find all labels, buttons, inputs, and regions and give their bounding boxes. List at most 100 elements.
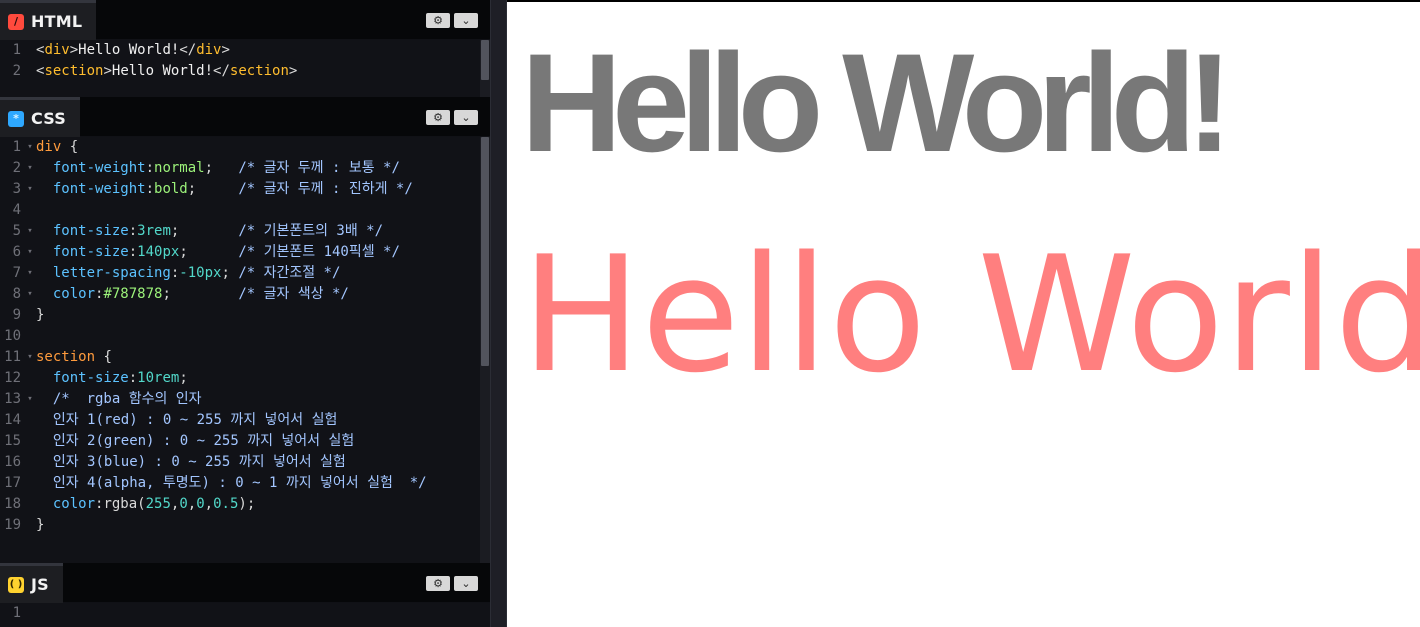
code-token: 인자 2(green) : 0 ~ 255 까지 넣어서 실험 [36, 433, 355, 449]
line-number: 14 [4, 412, 21, 428]
css-code-line[interactable]: 7 ▾ letter-spacing:-10px; /* 자간조절 */ [0, 263, 490, 284]
css-tab[interactable]: * CSS [0, 97, 80, 137]
gear-icon: ⚙ [433, 14, 443, 27]
css-scrollbar-track[interactable] [480, 137, 490, 563]
css-code-line[interactable]: 12 font-size:10rem; [0, 368, 490, 389]
preview-pane: Hello World! Hello World! [507, 0, 1420, 627]
css-code-line[interactable]: 19} [0, 515, 490, 536]
css-settings-button[interactable]: ⚙ [426, 110, 450, 125]
fold-arrow-icon[interactable]: ▾ [24, 242, 36, 263]
code-token: Hello World! [111, 63, 214, 79]
js-tab-title: JS [31, 575, 49, 594]
code-token: section [44, 63, 104, 79]
code-token: 10rem [137, 370, 180, 386]
css-code-line[interactable]: 17 인자 4(alpha, 투명도) : 0 ~ 1 까지 넣어서 실험 */ [0, 473, 490, 494]
code-token: /* 기본폰트 140픽셀 */ [238, 244, 400, 260]
css-code-line[interactable]: 3 ▾ font-weight:bold; /* 글자 두께 : 진하게 */ [0, 179, 490, 200]
code-token: color [36, 496, 96, 512]
css-code-line[interactable]: 13 ▾ /* rgba 함수의 인자 [0, 389, 490, 410]
js-settings-button[interactable]: ⚙ [426, 576, 450, 591]
code-token: > [69, 42, 79, 58]
css-code-line[interactable]: 18 color:rgba(255,0,0,0.5); [0, 494, 490, 515]
html-code-lines: 1 <div>Hello World!</div> 2 <section>Hello … [0, 40, 490, 82]
css-code-line[interactable]: 5 ▾ font-size:3rem; /* 기본폰트의 3배 */ [0, 221, 490, 242]
css-code-line[interactable]: 4 [0, 200, 490, 221]
code-token: ; [162, 286, 239, 302]
code-token: ; [221, 265, 239, 281]
line-number: 7 [12, 265, 21, 281]
css-code-editor[interactable]: 1 ▾ div {2 ▾ font-weight:normal; /* 글자 두께 :… [0, 137, 490, 563]
fold-arrow-icon[interactable]: ▾ [24, 137, 36, 158]
code-token: > [103, 63, 112, 79]
css-code-line[interactable]: 15 인자 2(green) : 0 ~ 255 까지 넣어서 실험 [0, 431, 490, 452]
css-code-line[interactable]: 14 인자 1(red) : 0 ~ 255 까지 넣어서 실험 [0, 410, 490, 431]
fold-arrow-icon[interactable]: ▾ [24, 347, 36, 368]
js-code-editor[interactable]: 1 [0, 603, 490, 627]
css-code-line[interactable]: 6 ▾ font-size:140px; /* 기본폰트 140픽셀 */ [0, 242, 490, 263]
code-text: color:#787878; /* 글자 색상 */ [36, 284, 490, 305]
fold-arrow-icon[interactable]: ▾ [24, 389, 36, 410]
css-code-line[interactable]: 10 [0, 326, 490, 347]
code-text: section { [36, 347, 490, 368]
html-scrollbar-track[interactable] [480, 40, 490, 97]
code-token: } [36, 307, 45, 323]
code-text: font-weight:normal; /* 글자 두께 : 보통 */ [36, 158, 490, 179]
html-panel-actions: ⚙ ⌄ [426, 13, 478, 28]
code-token: 3rem [137, 223, 171, 239]
editor-preview-resize-handle[interactable] [490, 0, 507, 627]
css-scrollbar-thumb[interactable] [481, 137, 489, 366]
line-number: 2 [12, 160, 21, 176]
code-token: : [128, 223, 138, 239]
code-token: > [288, 63, 298, 79]
js-panel: ( ) JS ⚙ ⌄ 1 [0, 563, 490, 627]
html-collapse-button[interactable]: ⌄ [454, 13, 478, 28]
gear-icon: ⚙ [433, 111, 443, 124]
code-token: 인자 3(blue) : 0 ~ 255 까지 넣어서 실험 [36, 454, 346, 470]
fold-arrow-icon[interactable]: ▾ [24, 221, 36, 242]
js-code-line[interactable]: 1 [0, 603, 490, 624]
html-code-line[interactable]: 2 <section>Hello World!</section> [0, 61, 490, 82]
html-tab[interactable]: / HTML [0, 0, 97, 40]
line-number: 1 [12, 42, 21, 58]
code-text: letter-spacing:-10px; /* 자간조절 */ [36, 263, 490, 284]
fold-arrow-icon[interactable]: ▾ [24, 263, 36, 284]
css-code-line[interactable]: 11 ▾ section { [0, 347, 490, 368]
html-code-editor[interactable]: 1 <div>Hello World!</div> 2 <section>Hello … [0, 40, 490, 97]
fold-arrow-icon[interactable]: ▾ [24, 284, 36, 305]
css-code-line[interactable]: 2 ▾ font-weight:normal; /* 글자 두께 : 보통 */ [0, 158, 490, 179]
css-code-line[interactable]: 1 ▾ div { [0, 137, 490, 158]
css-collapse-button[interactable]: ⌄ [454, 110, 478, 125]
preview-section-hello-world: Hello World! [521, 221, 1420, 408]
fold-arrow-icon[interactable]: ▾ [24, 158, 36, 179]
code-text: 인자 1(red) : 0 ~ 255 까지 넣어서 실험 [36, 410, 490, 431]
css-code-line[interactable]: 9} [0, 305, 490, 326]
css-code-line[interactable]: 8 ▾ color:#787878; /* 글자 색상 */ [0, 284, 490, 305]
js-collapse-button[interactable]: ⌄ [454, 576, 478, 591]
css-tab-title: CSS [31, 109, 66, 128]
html-code-line[interactable]: 1 <div>Hello World!</div> [0, 40, 490, 61]
code-text: font-size:3rem; /* 기본폰트의 3배 */ [36, 221, 490, 242]
chevron-down-icon: ⌄ [461, 14, 471, 27]
html-settings-button[interactable]: ⚙ [426, 13, 450, 28]
code-token: Hello World! [78, 42, 180, 58]
fold-arrow-icon[interactable]: ▾ [24, 179, 36, 200]
code-token: ; [204, 160, 239, 176]
code-token: div [196, 42, 222, 58]
js-tab[interactable]: ( ) JS [0, 563, 63, 603]
code-token: 0.5 [213, 496, 239, 512]
html-scrollbar-thumb[interactable] [481, 40, 489, 80]
code-token: ; [179, 370, 188, 386]
code-token: ; [170, 223, 239, 239]
code-text: } [36, 515, 490, 536]
code-text: <section>Hello World!</section> [36, 61, 490, 82]
css-code-line[interactable]: 16 인자 3(blue) : 0 ~ 255 까지 넣어서 실험 [0, 452, 490, 473]
code-token: 인자 1(red) : 0 ~ 255 까지 넣어서 실험 [36, 412, 338, 428]
code-token: , [204, 496, 214, 512]
